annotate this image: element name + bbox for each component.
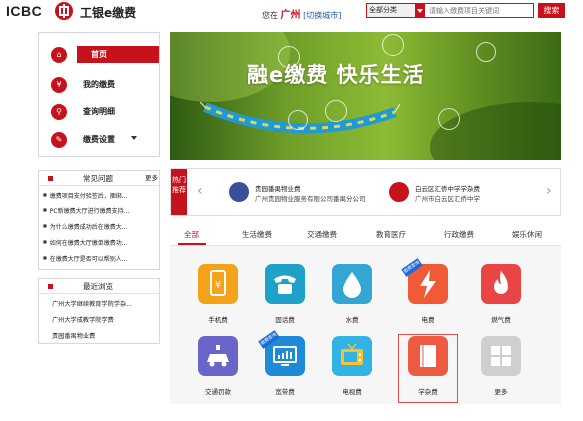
- recommend-card[interactable]: 贵园番禺物业费 广州贵园物业服务有限公司番禺分公司: [229, 179, 379, 207]
- book-icon: [389, 182, 409, 202]
- search-icon: ⚲: [51, 104, 67, 120]
- current-city: 广州: [280, 10, 301, 21]
- faq-title: 常见问题: [83, 174, 113, 183]
- bullet-square-icon: [48, 176, 53, 181]
- tab-education-medical[interactable]: 教育医疗: [376, 229, 406, 240]
- house-icon: [325, 100, 347, 122]
- chevron-down-icon: [131, 136, 137, 140]
- telephone-icon[interactable]: [265, 264, 305, 304]
- tv-icon[interactable]: [332, 336, 372, 376]
- recent-item[interactable]: 贵园番禺物业费: [52, 331, 156, 340]
- svg-text:¥: ¥: [215, 280, 221, 291]
- faq-item[interactable]: PC新缴费大厅进行缴费支持...: [43, 206, 157, 215]
- hot-recommend-strip: 热门推荐 ‹ 贵园番禺物业费 广州贵园物业服务有限公司番禺分公司 白云区汇侨中学…: [170, 168, 561, 216]
- sidebar-item-payment-settings[interactable]: ✎ 缴费设置: [39, 127, 159, 153]
- promo-banner[interactable]: 融e缴费 快乐生活: [170, 32, 561, 160]
- recommend-card-name: 贵园番禺物业费: [255, 185, 301, 193]
- recent-header: 最近浏览: [39, 279, 159, 294]
- faq-item[interactable]: 如何在缴费大厅缴单缴费功...: [43, 238, 157, 247]
- sidebar-item-home[interactable]: ⌂ 首页: [39, 42, 159, 68]
- icbc-logo-icon: [55, 2, 73, 20]
- search-input[interactable]: [425, 4, 533, 17]
- building-icon: [229, 182, 249, 202]
- chevron-down-icon[interactable]: [415, 4, 425, 17]
- active-tab-indicator: [178, 243, 206, 245]
- logo-text: ICBC: [6, 3, 43, 19]
- book-icon[interactable]: [408, 336, 448, 376]
- sidebar-item-label: 首页: [77, 46, 159, 63]
- service-label: 水费: [345, 316, 359, 324]
- flame-icon: [382, 34, 404, 56]
- service-label: 宽带费: [275, 388, 295, 396]
- category-select[interactable]: 全部分类: [367, 4, 415, 17]
- tab-all[interactable]: 全部: [184, 229, 199, 240]
- service-label: 电视费: [342, 388, 362, 396]
- app-title: 工银e缴费: [80, 6, 137, 20]
- service-label: 更多: [494, 388, 508, 396]
- sidebar-item-my-payments[interactable]: ¥ 我的缴费: [39, 72, 159, 98]
- service-label: 交通罚款: [205, 388, 231, 396]
- location-prefix: 您在: [262, 11, 278, 20]
- search-bar: 全部分类: [366, 3, 534, 18]
- sidebar-item-label: 我的缴费: [83, 80, 115, 89]
- phone-yen-icon[interactable]: ¥: [198, 264, 238, 304]
- sidebar-item-label: 缴费设置: [83, 135, 115, 144]
- sidebar-item-query-details[interactable]: ⚲ 查询明细: [39, 99, 159, 125]
- location-indicator: 您在 广州 [切换城市]: [262, 6, 341, 21]
- faq-item[interactable]: 缴费项目支付验签后，捆绑...: [43, 191, 157, 200]
- service-label: 手机费: [208, 316, 228, 324]
- recommend-card-name: 白云区汇侨中学学杂费: [415, 185, 480, 193]
- money-bag-icon: ¥: [51, 77, 67, 93]
- service-label: 电费: [421, 316, 435, 324]
- recommend-card[interactable]: 白云区汇侨中学学杂费 广州市白云区汇侨中学: [389, 179, 539, 207]
- sidebar-nav: ⌂ 首页 ¥ 我的缴费 ⚲ 查询明细 ✎ 缴费设置: [38, 32, 160, 157]
- chevron-right-icon[interactable]: ›: [546, 183, 552, 199]
- recommend-card-company: 广州贵园物业服务有限公司番禺分公司: [255, 195, 366, 203]
- category-tabs: 全部 生活缴费 交通缴费 教育医疗 行政缴费 娱乐休闲: [170, 224, 561, 246]
- recommend-card-company: 广州市白云区汇侨中学: [415, 195, 480, 203]
- water-drop-icon: [438, 108, 460, 130]
- police-car-icon[interactable]: [198, 336, 238, 376]
- switch-city-link[interactable]: [切换城市]: [303, 11, 341, 20]
- faq-more-link[interactable]: 更多: [145, 171, 158, 186]
- tab-living[interactable]: 生活缴费: [242, 229, 272, 240]
- service-label: 燃气费: [491, 316, 511, 324]
- phone-icon: [288, 110, 308, 130]
- tab-entertainment[interactable]: 娱乐休闲: [512, 229, 542, 240]
- home-icon: ⌂: [51, 47, 67, 63]
- water-drop-icon[interactable]: [332, 264, 372, 304]
- tab-traffic[interactable]: 交通缴费: [307, 229, 337, 240]
- tab-administrative[interactable]: 行政缴费: [444, 229, 474, 240]
- sidebar-item-label: 查询明细: [83, 107, 115, 116]
- wrench-icon: ✎: [51, 132, 67, 148]
- faq-item[interactable]: 在缴费大厅是否可以帮别人...: [43, 254, 157, 263]
- chevron-left-icon[interactable]: ‹: [197, 183, 203, 199]
- search-button[interactable]: 搜索: [538, 3, 565, 18]
- bullet-square-icon: [48, 284, 53, 289]
- grid-more-icon[interactable]: [481, 336, 521, 376]
- service-label: 固话费: [275, 316, 295, 324]
- faq-header: 常见问题 更多: [39, 171, 159, 186]
- recent-item[interactable]: 广州大学继续教育学院学杂...: [52, 299, 156, 308]
- recent-title: 最近浏览: [83, 282, 113, 291]
- hot-recommend-label: 热门推荐: [171, 169, 187, 215]
- faq-panel: 常见问题 更多 缴费项目支付验签后，捆绑... PC新缴费大厅进行缴费支持...…: [38, 170, 160, 270]
- lightning-icon: [476, 42, 496, 62]
- service-label: 学杂费: [418, 388, 438, 396]
- banner-title: 融e缴费 快乐生活: [247, 63, 425, 87]
- recent-item[interactable]: 广州大学成教学院学费: [52, 315, 156, 324]
- faq-item[interactable]: 为什么缴费成功后在缴费大...: [43, 222, 157, 231]
- recent-panel: 最近浏览 广州大学继续教育学院学杂... 广州大学成教学院学费 贵园番禺物业费: [38, 278, 160, 344]
- flame-icon[interactable]: [481, 264, 521, 304]
